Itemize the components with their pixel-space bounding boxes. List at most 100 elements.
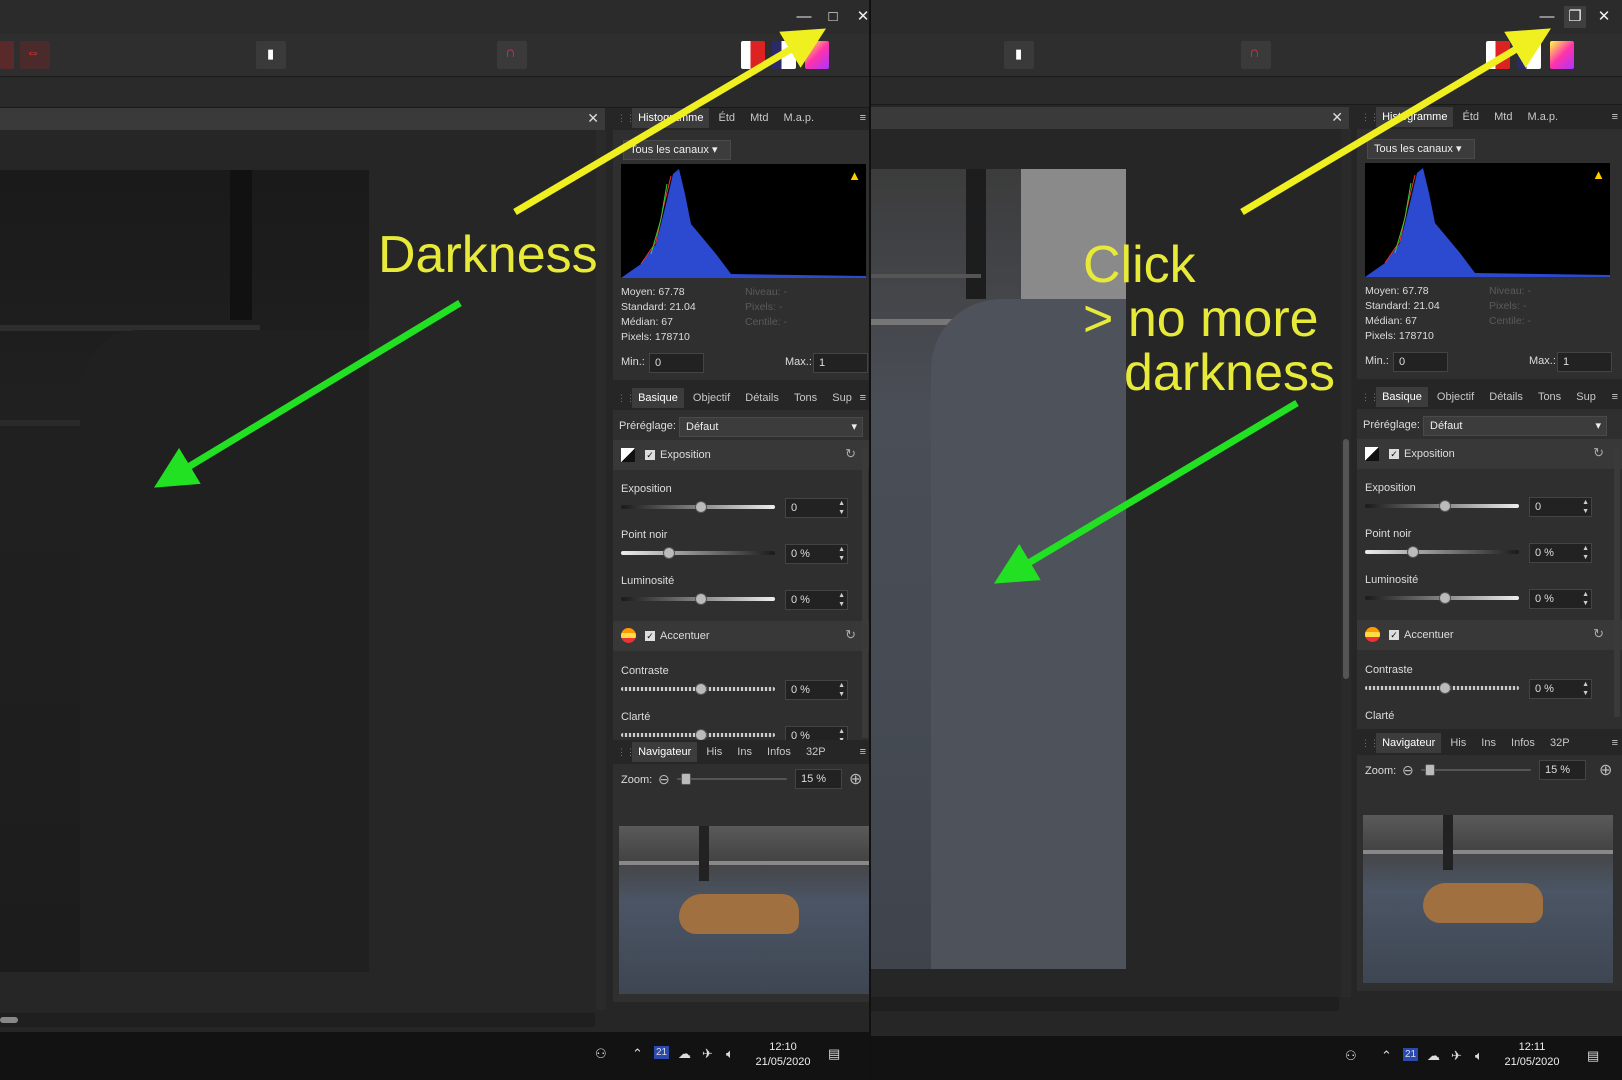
magnet-tool-button[interactable]: ∩ [1241, 41, 1271, 69]
reset-icon[interactable]: ↻ [1593, 445, 1604, 461]
volume-icon[interactable]: 🔈︎ [1475, 1048, 1483, 1064]
exposition-value[interactable]: 0 ▲ ▼ [1529, 497, 1592, 517]
tab-32p[interactable]: 32P [800, 742, 832, 762]
navigator-thumbnail[interactable] [619, 826, 869, 994]
reset-icon[interactable]: ↻ [845, 627, 856, 643]
panel-menu-icon[interactable]: ≡ [860, 112, 866, 124]
panel-menu-icon[interactable]: ≡ [1612, 391, 1618, 403]
reset-icon[interactable]: ↻ [1593, 626, 1604, 642]
point-noir-slider[interactable] [621, 547, 775, 559]
preset-select[interactable]: Défaut ▾ [1423, 416, 1607, 436]
panel-grip[interactable]: ⋮⋮ [613, 113, 635, 124]
contraste-slider[interactable] [1365, 682, 1519, 694]
tab-histogramme[interactable]: Histogramme [632, 108, 710, 128]
system-clock[interactable]: 12:10 21/05/2020 [748, 1040, 818, 1070]
channel-select[interactable]: Tous les canaux ▾ [1367, 139, 1475, 159]
minimize-button[interactable]: — [793, 6, 815, 28]
max-field[interactable]: 1 [1557, 352, 1612, 372]
slider-knob[interactable] [1439, 682, 1451, 694]
tab-map[interactable]: M.a.p. [1522, 107, 1565, 127]
tab-etd[interactable]: Étd [1457, 107, 1486, 127]
tab-infos[interactable]: Infos [761, 742, 797, 762]
exposition-checkbox[interactable]: ✓ [645, 450, 655, 460]
tab-his[interactable]: His [1444, 733, 1472, 753]
tab-ins[interactable]: Ins [731, 742, 758, 762]
compare-tool-button[interactable]: ⇔ [20, 41, 50, 69]
panel-grip[interactable]: ⋮⋮ [1357, 112, 1379, 123]
close-window-button[interactable]: ✕ [852, 6, 870, 28]
point-noir-value[interactable]: 0 % ▲ ▼ [1529, 543, 1592, 563]
cloud-icon[interactable]: ☁ [1427, 1048, 1440, 1064]
slider-knob[interactable] [1439, 592, 1451, 604]
luminosite-slider[interactable] [621, 593, 775, 605]
calendar-icon[interactable]: 21 [654, 1046, 670, 1059]
tab-ins[interactable]: Ins [1475, 733, 1502, 753]
overlay-color-button[interactable] [805, 41, 829, 69]
slider-knob[interactable] [695, 501, 707, 513]
info-tool-button[interactable]: ▮ [1004, 41, 1034, 69]
document-tab[interactable]: ✕ [871, 107, 1349, 129]
slider-knob[interactable] [695, 729, 707, 740]
contraste-value[interactable]: 0 % ▲ ▼ [785, 680, 848, 700]
notification-icon[interactable]: ▤ [828, 1046, 840, 1062]
slider-knob[interactable] [1407, 546, 1419, 558]
exposition-checkbox[interactable]: ✓ [1389, 449, 1399, 459]
system-clock[interactable]: 12:11 21/05/2020 [1497, 1040, 1567, 1070]
tab-basique[interactable]: Basique [1376, 387, 1428, 407]
luminosite-slider[interactable] [1365, 592, 1519, 604]
slider-knob[interactable] [1425, 764, 1435, 776]
cloud-icon[interactable]: ☁ [678, 1046, 691, 1062]
develop-scrollbar[interactable] [862, 448, 868, 738]
canvas-vertical-scrollbar[interactable] [1341, 129, 1351, 997]
minimize-button[interactable]: — [1536, 6, 1558, 28]
slider-knob[interactable] [681, 773, 691, 785]
preset-select[interactable]: Défaut ▾ [679, 417, 863, 437]
zoom-value[interactable]: 15 % [795, 769, 842, 789]
panel-grip[interactable]: ⋮⋮ [613, 747, 635, 758]
tab-etd[interactable]: Étd [713, 108, 742, 128]
accentuer-checkbox[interactable]: ✓ [645, 631, 655, 641]
tab-basique[interactable]: Basique [632, 388, 684, 408]
info-tool-button[interactable]: ▮ [256, 41, 286, 69]
tab-32p[interactable]: 32P [1544, 733, 1576, 753]
overlay-red-button[interactable] [741, 41, 765, 69]
slider-knob[interactable] [695, 593, 707, 605]
slider-knob[interactable] [663, 547, 675, 559]
point-noir-slider[interactable] [1365, 546, 1519, 558]
tab-infos[interactable]: Infos [1505, 733, 1541, 753]
panel-menu-icon[interactable]: ≡ [860, 392, 866, 404]
exposition-section-header[interactable]: ✓ Exposition ↻ [613, 440, 870, 470]
chevron-up-icon[interactable]: ⌃ [632, 1046, 643, 1062]
tab-his[interactable]: His [700, 742, 728, 762]
contraste-slider[interactable] [621, 683, 775, 695]
network-icon[interactable]: ✈ [1451, 1048, 1462, 1064]
calendar-icon[interactable]: 21 [1403, 1048, 1419, 1061]
contraste-value[interactable]: 0 % ▲ ▼ [1529, 679, 1592, 699]
min-field[interactable]: 0 [649, 353, 704, 373]
panel-menu-icon[interactable]: ≡ [1612, 111, 1618, 123]
notification-icon[interactable]: ▤ [1587, 1048, 1599, 1064]
navigator-thumbnail[interactable] [1363, 815, 1613, 983]
tab-details[interactable]: Détails [739, 388, 785, 408]
chevron-up-icon[interactable]: ⌃ [1381, 1048, 1392, 1064]
tab-mtd[interactable]: Mtd [1488, 107, 1518, 127]
tab-histogramme[interactable]: Histogramme [1376, 107, 1454, 127]
zoom-in-icon[interactable]: ⊕ [849, 769, 862, 789]
zoom-slider[interactable] [1421, 764, 1531, 776]
overlay-blue-button[interactable] [1517, 41, 1541, 69]
accentuer-section-header[interactable]: ✓ Accentuer ↻ [1357, 620, 1622, 650]
exposition-slider[interactable] [621, 501, 775, 513]
close-window-button[interactable]: ✕ [1593, 6, 1615, 28]
zoom-slider[interactable] [677, 773, 787, 785]
tab-map[interactable]: M.a.p. [778, 108, 821, 128]
red-tool-button[interactable] [0, 41, 14, 69]
close-icon[interactable]: ✕ [587, 110, 599, 127]
zoom-out-icon[interactable]: ⊖ [658, 771, 670, 788]
tab-objectif[interactable]: Objectif [687, 388, 736, 408]
reset-icon[interactable]: ↻ [845, 446, 856, 462]
panel-grip[interactable]: ⋮⋮ [1357, 738, 1379, 749]
channel-select[interactable]: Tous les canaux ▾ [623, 140, 731, 160]
volume-icon[interactable]: 🔈︎ [726, 1046, 734, 1062]
tab-mtd[interactable]: Mtd [744, 108, 774, 128]
people-icon[interactable]: ⚇ [1345, 1048, 1357, 1064]
